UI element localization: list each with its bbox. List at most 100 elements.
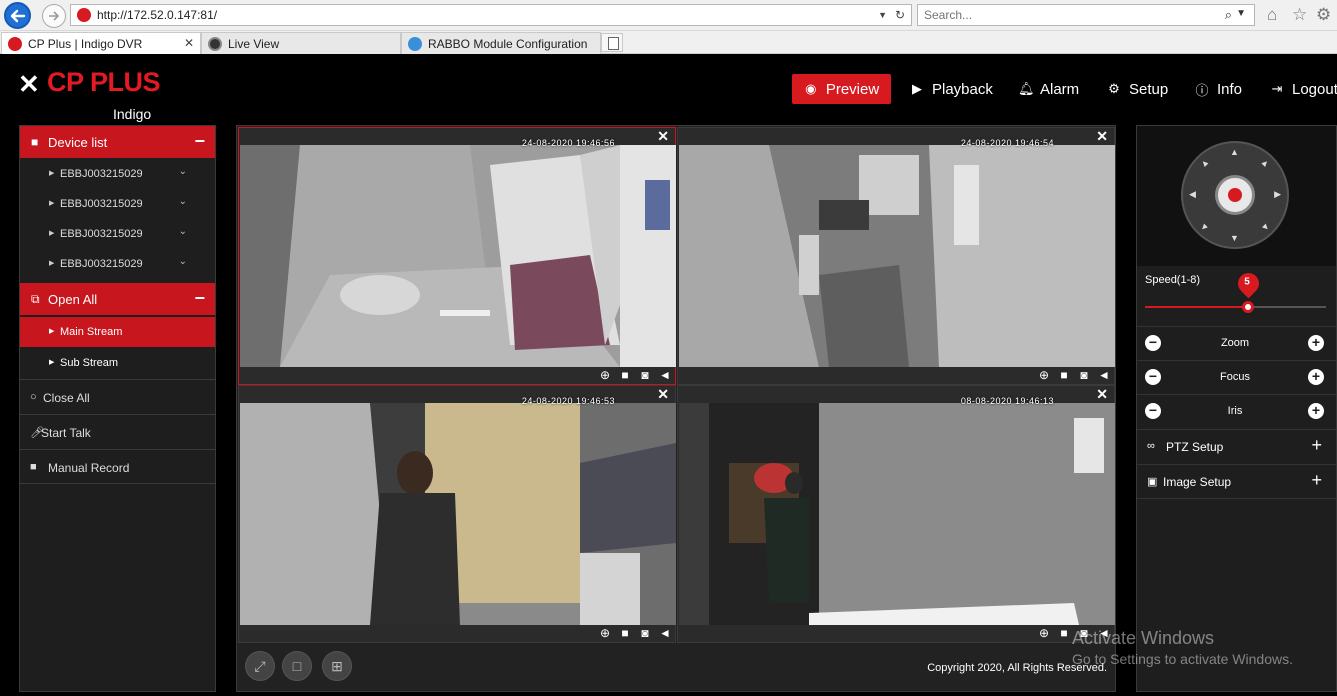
chevron-down-icon[interactable]: ⌄: [179, 166, 187, 177]
chevron-down-icon[interactable]: ⌄: [179, 196, 187, 207]
camera-feed-room[interactable]: [679, 145, 1115, 367]
manual-record-button[interactable]: ■ Manual Record: [20, 449, 215, 484]
gear-icon[interactable]: ⚙: [1316, 5, 1331, 25]
arrow-down-right-icon[interactable]: ▼: [1259, 220, 1272, 233]
ptz-setup-label: PTZ Setup: [1166, 440, 1224, 454]
arrow-down-left-icon[interactable]: ▼: [1198, 220, 1211, 233]
device-name: EBBJ003215029: [60, 168, 143, 180]
video-cell-1[interactable]: ✕ 24-08-2020 19:46:56 ⊕ ■ ◙ ◄: [238, 127, 676, 385]
single-layout-button[interactable]: □: [282, 651, 312, 681]
zoom-in-icon[interactable]: ⊕: [599, 626, 611, 640]
device-item[interactable]: ▶ EBBJ003215029 ⌄: [20, 250, 215, 280]
image-setup-row[interactable]: ▣ Image Setup +: [1137, 464, 1336, 499]
arrow-down-icon[interactable]: ▼: [1230, 233, 1239, 243]
iris-plus-button[interactable]: +: [1308, 403, 1324, 419]
video-cell-3[interactable]: ✕ 24-08-2020 19:46:53 ⊕ ■ ◙ ◄: [238, 385, 676, 643]
video-cell-2[interactable]: ✕ 24-08-2020 19:46:54 ⊕ ■ ◙ ◄: [677, 127, 1115, 385]
arrow-up-icon[interactable]: ▲: [1230, 147, 1239, 157]
main-stream-item[interactable]: ▶ Main Stream: [20, 317, 215, 347]
single-square-icon: □: [292, 658, 302, 674]
collapse-minus-icon[interactable]: −: [194, 288, 205, 309]
arrow-left-icon[interactable]: ◀: [1189, 189, 1196, 200]
focus-minus-button[interactable]: −: [1145, 369, 1161, 385]
iris-minus-button[interactable]: −: [1145, 403, 1161, 419]
expand-plus-icon[interactable]: +: [1311, 470, 1322, 491]
focus-plus-button[interactable]: +: [1308, 369, 1324, 385]
close-icon[interactable]: ✕: [1096, 128, 1108, 145]
close-icon[interactable]: ✕: [1096, 386, 1108, 403]
collapse-minus-icon[interactable]: −: [194, 131, 205, 152]
search-dropdown-icon[interactable]: ▼: [1236, 8, 1246, 19]
new-tab-button[interactable]: [601, 33, 623, 52]
ptz-setup-row[interactable]: ∞ PTZ Setup +: [1137, 429, 1336, 464]
address-bar[interactable]: http://172.52.0.147:81/ ▼ ↻: [70, 4, 912, 26]
device-item[interactable]: ▶ EBBJ003215029 ⌄: [20, 220, 215, 250]
search-icon[interactable]: ⌕: [1225, 7, 1232, 23]
close-icon[interactable]: ✕: [657, 386, 669, 403]
quad-layout-button[interactable]: ⊞: [322, 651, 352, 681]
speed-slider[interactable]: [1145, 301, 1326, 313]
zoom-in-icon[interactable]: ⊕: [1038, 626, 1050, 640]
home-icon[interactable]: ⌂: [1267, 5, 1277, 25]
tab-rabbo[interactable]: RABBO Module Configuration: [401, 32, 601, 54]
activate-windows-watermark: Activate Windows Go to Settings to activ…: [1072, 628, 1293, 667]
open-all-header[interactable]: ⧉ Open All −: [20, 283, 215, 315]
snapshot-camera-icon[interactable]: ◙: [639, 626, 651, 640]
chevron-down-icon[interactable]: ⌄: [179, 256, 187, 267]
video-cell-4[interactable]: ✕ 08-08-2020 19:46:13 ⊕ ■ ◙ ◄: [677, 385, 1115, 643]
tab-cp-plus[interactable]: CP Plus | Indigo DVR ✕: [1, 32, 201, 54]
snapshot-camera-icon[interactable]: ◙: [1078, 368, 1090, 382]
forward-button[interactable]: [42, 4, 66, 28]
zoom-in-icon[interactable]: ⊕: [1038, 368, 1050, 382]
camera-feed-entrance[interactable]: [240, 403, 676, 625]
search-input[interactable]: [924, 8, 1204, 22]
device-item[interactable]: ▶ EBBJ003215029 ⌄: [20, 190, 215, 220]
device-list-header[interactable]: ■ Device list −: [20, 126, 215, 158]
camera-feed-atm[interactable]: [240, 145, 676, 367]
nav-info[interactable]: ⓘ Info: [1195, 74, 1242, 104]
nav-alarm[interactable]: 🔔︎ Alarm: [1018, 74, 1079, 104]
audio-icon[interactable]: ◄: [659, 368, 671, 382]
record-icon[interactable]: ■: [1058, 626, 1070, 640]
device-item[interactable]: ▶ EBBJ003215029 ⌄: [20, 160, 215, 190]
favorites-star-icon[interactable]: ☆: [1292, 5, 1307, 25]
zoom-in-icon[interactable]: ⊕: [599, 368, 611, 382]
expand-plus-icon[interactable]: +: [1311, 435, 1322, 456]
nav-playback[interactable]: ▶ Playback: [910, 74, 993, 104]
refresh-icon[interactable]: ↻: [895, 8, 905, 22]
camera-feed-doorway[interactable]: [679, 403, 1115, 625]
chevron-down-icon[interactable]: ⌄: [179, 226, 187, 237]
tab-strip: CP Plus | Indigo DVR ✕ Live View RABBO M…: [0, 31, 1337, 54]
nav-logout[interactable]: ⇥ Logout: [1270, 74, 1337, 104]
zoom-control: − Zoom +: [1137, 326, 1336, 360]
audio-icon[interactable]: ◄: [1098, 368, 1110, 382]
ptz-direction-wheel[interactable]: ▲ ▼ ◀ ▶ ▲ ▲ ▼ ▼: [1181, 141, 1289, 249]
back-button[interactable]: [4, 2, 31, 29]
close-icon[interactable]: ✕: [657, 128, 669, 145]
search-bar[interactable]: ⌕ ▼: [917, 4, 1255, 26]
speed-slider-handle[interactable]: [1242, 301, 1254, 313]
arrow-up-left-icon[interactable]: ▲: [1198, 156, 1211, 169]
arrow-right-icon[interactable]: ▶: [1274, 189, 1281, 200]
address-url[interactable]: http://172.52.0.147:81/: [97, 8, 217, 22]
record-icon[interactable]: ■: [619, 368, 631, 382]
close-all-button[interactable]: ○ Close All: [20, 379, 215, 414]
address-dropdown-icon[interactable]: ▼: [878, 10, 887, 20]
nav-preview[interactable]: ◉ Preview: [792, 74, 891, 104]
audio-icon[interactable]: ◄: [659, 626, 671, 640]
arrow-up-right-icon[interactable]: ▲: [1259, 156, 1272, 169]
sub-stream-item[interactable]: ▶ Sub Stream: [20, 348, 215, 378]
zoom-out-button[interactable]: −: [1145, 335, 1161, 351]
close-tab-icon[interactable]: ✕: [184, 36, 194, 50]
snapshot-camera-icon[interactable]: ◙: [639, 368, 651, 382]
ptz-center-button[interactable]: [1215, 175, 1255, 215]
fullscreen-button[interactable]: ⤢: [245, 651, 275, 681]
record-icon[interactable]: ■: [619, 626, 631, 640]
start-talk-button[interactable]: 🎤︎ Start Talk: [20, 414, 215, 449]
nav-setup[interactable]: ⚙ Setup: [1107, 74, 1168, 104]
zoom-in-button[interactable]: +: [1308, 335, 1324, 351]
record-icon[interactable]: ■: [1058, 368, 1070, 382]
tab-live-view[interactable]: Live View: [201, 32, 401, 54]
cp-plus-logo: ✕ CP PLUS Indigo: [18, 67, 161, 122]
caret-right-icon: ▶: [49, 260, 55, 267]
